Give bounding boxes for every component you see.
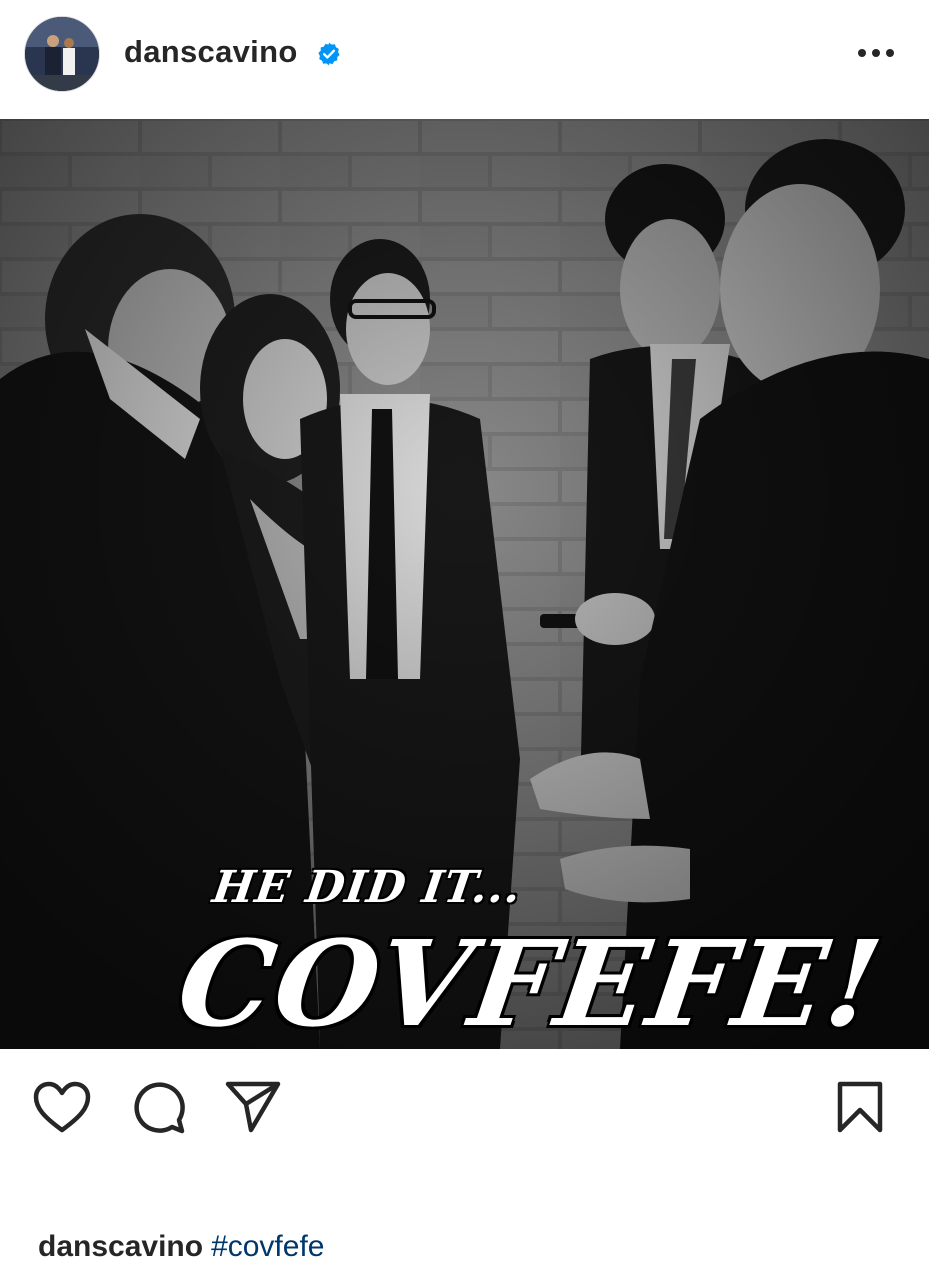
- profile-avatar[interactable]: [24, 16, 100, 92]
- avatar-image: [25, 17, 99, 91]
- verified-badge-icon: [318, 42, 340, 66]
- post-username[interactable]: danscavino: [124, 34, 298, 70]
- caption-username[interactable]: danscavino: [38, 1230, 203, 1263]
- action-bar: [0, 1060, 929, 1160]
- bookmark-icon[interactable]: [836, 1080, 884, 1134]
- heart-icon[interactable]: [32, 1080, 92, 1134]
- post-header: danscavino: [0, 0, 929, 110]
- post-image[interactable]: HE DID IT... COVFEFE!: [0, 119, 929, 1049]
- send-icon[interactable]: [224, 1080, 282, 1134]
- comment-icon[interactable]: [130, 1080, 186, 1136]
- caption-hashtag[interactable]: #covfefe: [211, 1230, 324, 1263]
- post-caption: danscavino #covfefe: [38, 1230, 324, 1264]
- image-text-line2: COVFEFE!: [170, 914, 892, 1049]
- more-options-icon[interactable]: [854, 40, 898, 66]
- image-text-line1: HE DID IT...: [209, 862, 525, 913]
